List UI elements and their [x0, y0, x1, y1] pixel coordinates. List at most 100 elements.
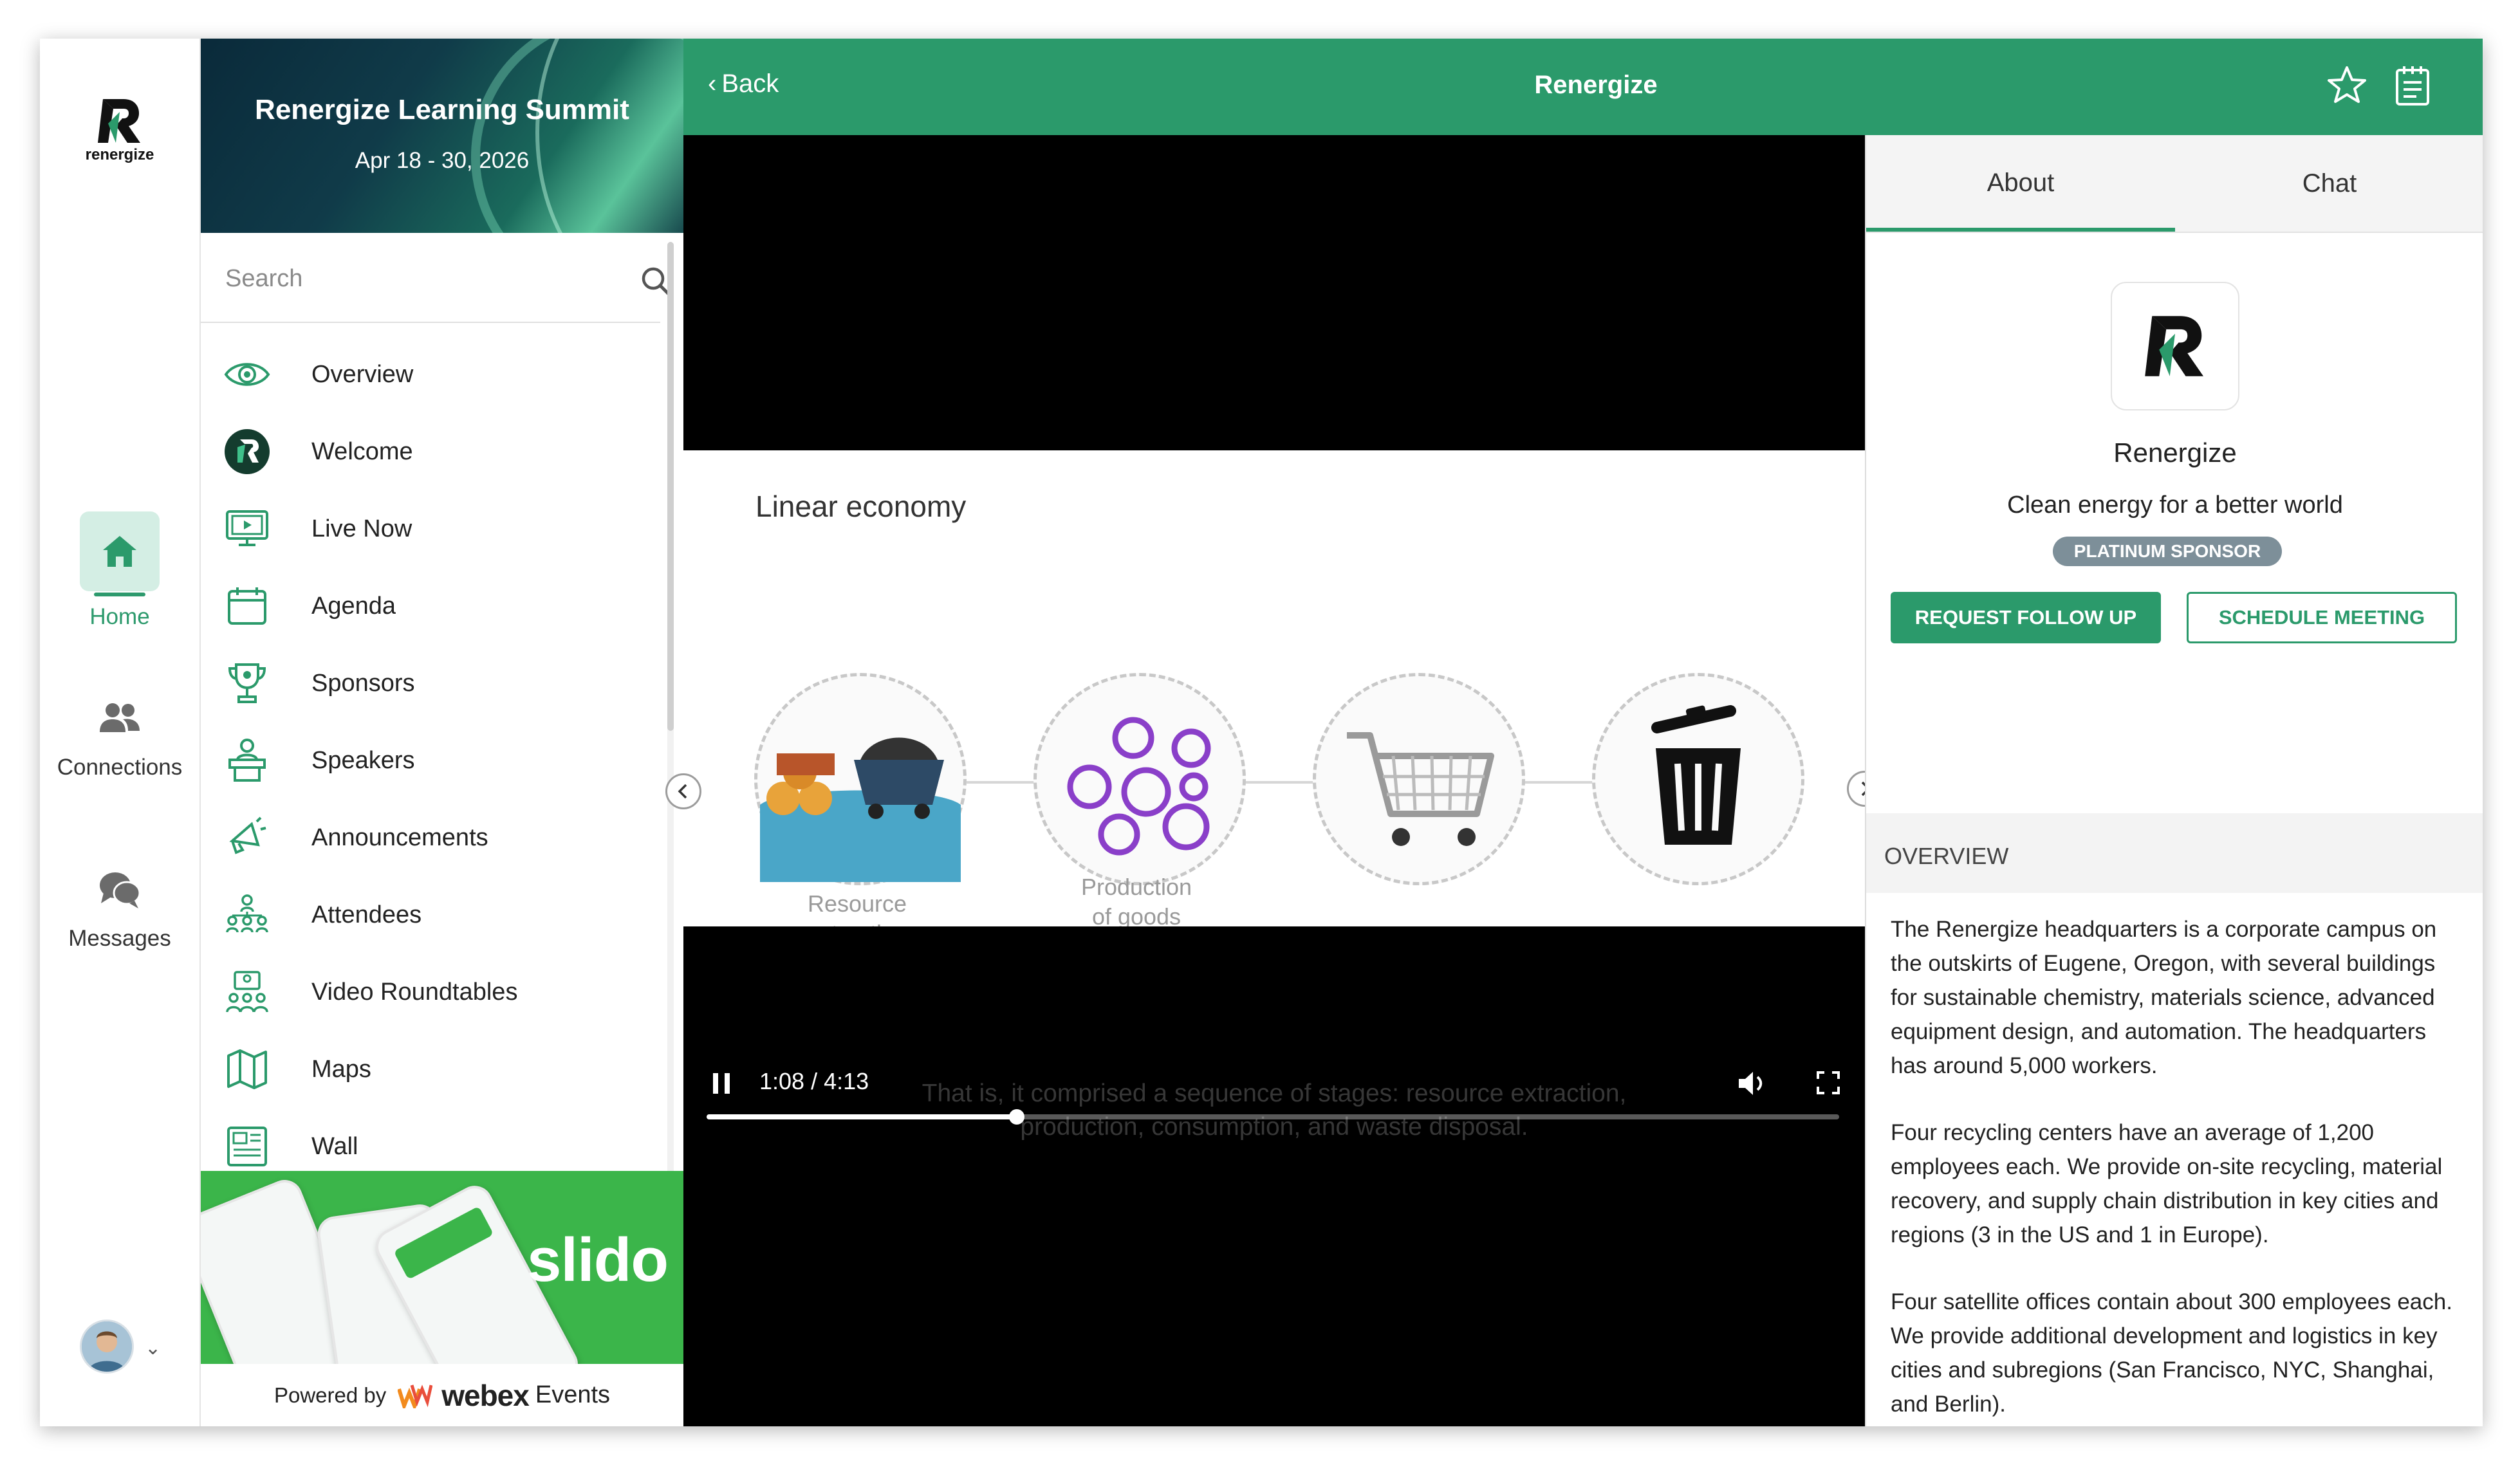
stage-consumption [1313, 673, 1525, 885]
map-icon [221, 1044, 273, 1095]
nav-item-overview[interactable]: Overview [201, 336, 660, 413]
renergize-logo-icon [221, 426, 273, 477]
connections-label: Connections [57, 755, 183, 780]
renergize-logo-icon [98, 99, 140, 143]
event-title: Renergize Learning Summit [255, 94, 629, 125]
slide-title: Linear economy [755, 490, 967, 523]
calendar-icon [221, 580, 273, 632]
webex-wordmark: webex [441, 1378, 530, 1412]
nav-item-sponsors[interactable]: Sponsors [201, 645, 660, 722]
video-progress-fill [707, 1114, 1017, 1119]
nav-list: Overview Welcome Live Now Agenda Sponsor… [201, 336, 660, 1185]
stage1-label: Resource extraction [754, 889, 960, 926]
stage-resource-extraction [754, 673, 967, 885]
event-banner: Renergize Learning Summit Apr 18 - 30, 2… [201, 39, 683, 233]
home-icon [103, 536, 136, 567]
banner-swirl-2 [535, 39, 683, 233]
chevron-left-icon [678, 784, 687, 799]
stage-waste-disposal [1592, 673, 1804, 885]
video-progress-bar[interactable] [707, 1109, 1839, 1125]
nav-item-agenda[interactable]: Agenda [201, 567, 660, 645]
rail-messages[interactable]: Messages [40, 870, 199, 952]
event-nav-column: Renergize Learning Summit Apr 18 - 30, 2… [201, 39, 683, 1426]
avatar-image [82, 1321, 132, 1372]
home-label: Home [89, 604, 150, 629]
nav-label: Attendees [311, 901, 422, 928]
sponsor-tagline: Clean energy for a better world [2007, 492, 2343, 519]
trophy-icon [221, 658, 273, 709]
stage2-label: Production of goods [1033, 872, 1239, 926]
powered-by-text: Powered by [273, 1383, 387, 1407]
home-tile[interactable] [80, 511, 160, 596]
top-bar: ‹ Back Renergize [683, 39, 2483, 135]
overview-paragraph: The Renergize headquarters is a corporat… [1891, 917, 2437, 1078]
nav-scrollbar[interactable] [667, 242, 674, 731]
chevron-down-icon[interactable]: ⌄ [145, 1337, 161, 1359]
page-title: Renergize [1534, 71, 1658, 99]
nav-label: Agenda [311, 592, 396, 620]
people-network-icon [221, 889, 273, 941]
slido-promo-banner[interactable]: slido [201, 1171, 683, 1364]
overview-paragraph: Four recycling centers have an average o… [1891, 1120, 2443, 1247]
mining-cart-icon [760, 737, 961, 882]
overview-header: OVERVIEW [1866, 813, 2483, 893]
nav-item-attendees[interactable]: Attendees [201, 876, 660, 953]
user-avatar[interactable] [80, 1320, 134, 1374]
stage2-label-line2: of goods [1091, 903, 1181, 926]
rail-home[interactable]: Home [40, 511, 199, 630]
events-wordmark: Events [535, 1381, 611, 1408]
search-input[interactable] [224, 260, 587, 297]
renergize-logo-icon [2145, 316, 2203, 376]
messages-label: Messages [68, 926, 171, 951]
nav-item-live-now[interactable]: Live Now [201, 490, 660, 567]
megaphone-icon [221, 812, 273, 863]
video-roundtable-icon [221, 966, 273, 1018]
tab-chat[interactable]: Chat [2175, 135, 2483, 232]
wall-icon [221, 1121, 273, 1172]
star-icon[interactable] [2326, 64, 2368, 107]
nav-label: Wall [311, 1132, 358, 1160]
nav-item-announcements[interactable]: Announcements [201, 799, 660, 876]
stage2-label-line1: Production [1080, 874, 1192, 900]
fullscreen-icon[interactable] [1816, 1071, 1840, 1095]
nav-label: Sponsors [311, 669, 415, 697]
nav-item-welcome[interactable]: Welcome [201, 413, 660, 490]
stage-production [1033, 673, 1246, 885]
video-slide: Linear economy Resource Production of go… [683, 450, 1865, 926]
collapse-left-button[interactable] [665, 773, 701, 809]
pause-button[interactable] [713, 1073, 730, 1094]
request-follow-up-button[interactable]: REQUEST FOLLOW UP [1891, 592, 2161, 643]
nav-item-maps[interactable]: Maps [201, 1031, 660, 1108]
rail-connections[interactable]: Connections [40, 700, 199, 780]
nav-label: Announcements [311, 824, 488, 851]
nav-item-video-roundtables[interactable]: Video Roundtables [201, 953, 660, 1031]
logo-wordmark: renergize [85, 146, 154, 163]
powered-by-footer: Powered by webex Events [201, 1364, 683, 1426]
overview-heading: OVERVIEW [1884, 843, 2009, 869]
schedule-meeting-button[interactable]: SCHEDULE MEETING [2187, 592, 2457, 643]
left-rail: renergize Home Connections Messages ⌄ [40, 39, 201, 1426]
trash-can-icon [1651, 705, 1741, 845]
event-dates: Apr 18 - 30, 2026 [355, 148, 530, 173]
stage1-label-line1: Resource [807, 890, 907, 917]
gears-icon [1067, 717, 1211, 856]
tab-about[interactable]: About [1866, 135, 2175, 232]
sponsor-name: Renergize [2113, 437, 2237, 468]
renergize-logo[interactable]: renergize [77, 95, 162, 164]
shopping-cart-icon [1347, 732, 1494, 846]
nav-label: Welcome [311, 437, 413, 465]
sponsor-panel: About Chat Renergize Clean energy for a … [1865, 135, 2483, 1426]
video-player[interactable]: Linear economy Resource Production of go… [665, 135, 1883, 1426]
nav-item-speakers[interactable]: Speakers [201, 722, 660, 799]
nav-label: Video Roundtables [311, 978, 518, 1006]
volume-icon[interactable] [1736, 1069, 1767, 1098]
panel-tabs: About Chat [1866, 135, 2483, 233]
video-time: 1:08 / 4:13 [759, 1068, 869, 1094]
podium-icon [221, 735, 273, 786]
nav-label: Maps [311, 1055, 371, 1083]
stage1-label-line2: extraction [754, 919, 960, 926]
live-screen-icon [221, 503, 273, 555]
notes-clipboard-icon[interactable] [2394, 64, 2431, 107]
chat-bubbles-icon [100, 872, 141, 908]
overview-paragraph: Four satellite offices contain about 300… [1891, 1289, 2452, 1417]
